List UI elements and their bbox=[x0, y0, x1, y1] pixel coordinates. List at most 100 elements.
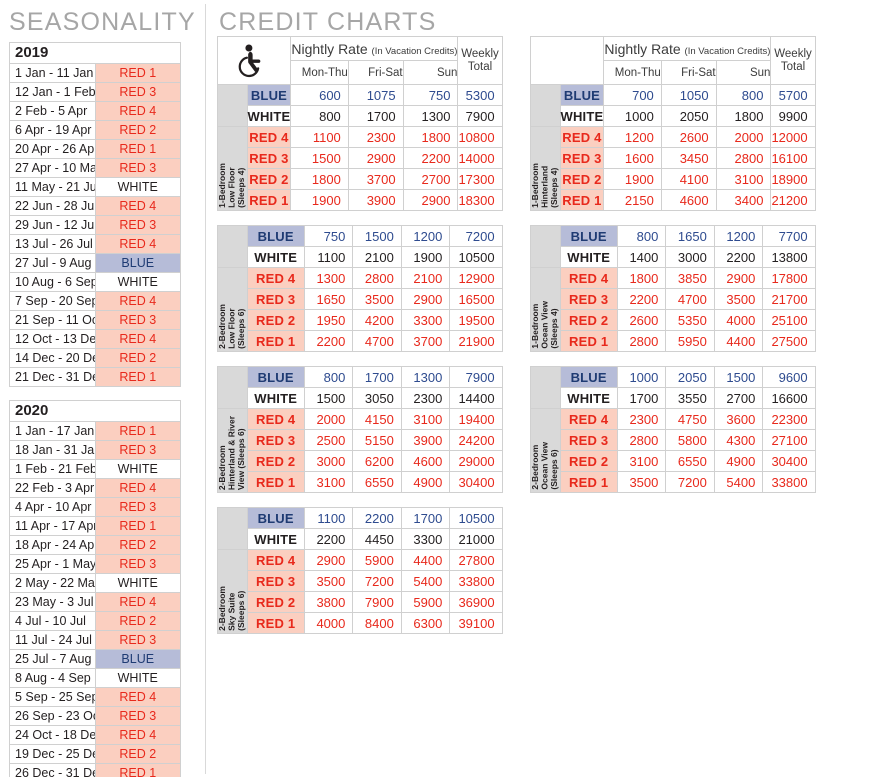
rate-fri-sat: 8400 bbox=[352, 612, 402, 634]
rate-mon-thu: 2200 bbox=[303, 528, 354, 550]
seasonality-season-code: RED 4 bbox=[94, 291, 181, 311]
rate-fri-sat: 4700 bbox=[665, 288, 715, 310]
weekly-total-value: 17800 bbox=[762, 267, 816, 289]
rate-sun: 4400 bbox=[400, 549, 451, 571]
unit-type-label: 1-Bedroom Hinterland (Sleeps 4) bbox=[530, 126, 561, 211]
rate-mon-thu: 3100 bbox=[616, 450, 667, 472]
rate-row: WHITE 800 1700 1300 7900 bbox=[218, 105, 503, 127]
rate-row: 2-Bedroom Ocean View (Sleeps 6) RED 4 2300… bbox=[530, 408, 816, 493]
rate-row: RED 2 2600 5350 4000 25100 bbox=[531, 309, 816, 331]
season-band-label: BLUE bbox=[559, 84, 605, 106]
rate-sun: 1300 bbox=[400, 366, 451, 388]
weekly-total-value: 7900 bbox=[457, 105, 503, 127]
weekly-total-value: 9900 bbox=[770, 105, 816, 127]
rate-row: RED 3 1600 3450 2800 16100 bbox=[531, 147, 816, 169]
rate-fri-sat: 3000 bbox=[665, 246, 715, 268]
seasonality-date-range: 11 May - 21 Jun bbox=[9, 177, 96, 197]
credit-charts-title: CREDIT CHARTS bbox=[219, 8, 437, 36]
seasonality-date-range: 25 Jul - 7 Aug bbox=[9, 649, 96, 669]
rate-sun: 1900 bbox=[400, 246, 451, 268]
rate-mon-thu: 3500 bbox=[303, 570, 354, 592]
weekly-total-value: 19500 bbox=[449, 309, 503, 331]
season-band-label: RED 4 bbox=[559, 267, 618, 289]
seasonality-season-code: RED 1 bbox=[94, 763, 181, 777]
season-band-label: RED 4 bbox=[559, 408, 618, 430]
seasonality-row: 20 Apr - 26 Apr RED 1 bbox=[9, 139, 181, 159]
rate-sun: 5400 bbox=[713, 471, 764, 493]
rate-mon-thu: 1800 bbox=[290, 168, 349, 190]
rate-sun: 1200 bbox=[400, 225, 451, 247]
rate-fri-sat: 1650 bbox=[665, 225, 715, 247]
rate-fri-sat: 4450 bbox=[352, 528, 402, 550]
season-band-label: RED 2 bbox=[559, 450, 618, 472]
seasonality-date-range: 12 Oct - 13 Dec bbox=[9, 329, 96, 349]
weekly-total-value: 16500 bbox=[449, 288, 503, 310]
seasonality-row: 12 Oct - 13 Dec RED 4 bbox=[9, 329, 181, 349]
seasonality-row: 4 Apr - 10 Apr RED 3 bbox=[9, 497, 181, 517]
rate-row: BLUE 800 1700 1300 7900 bbox=[217, 366, 503, 409]
seasonality-date-range: 20 Apr - 26 Apr bbox=[9, 139, 96, 159]
seasonality-season-code: RED 1 bbox=[94, 367, 181, 387]
seasonality-season-code: BLUE bbox=[94, 253, 181, 273]
rate-row: 2-Bedroom Sky Suite (Sleeps 6) RED 4 2900 5… bbox=[217, 549, 503, 634]
unit-label-spacer bbox=[530, 366, 561, 409]
season-band-label: BLUE bbox=[559, 366, 618, 388]
nightly-rate-label: Nightly Rate bbox=[604, 40, 685, 57]
seasonality-date-range: 25 Apr - 1 May bbox=[9, 554, 96, 574]
weekly-total-value: 7200 bbox=[449, 225, 503, 247]
season-band-label: RED 3 bbox=[246, 429, 305, 451]
rate-sun: 2900 bbox=[400, 288, 451, 310]
rate-sun: 2900 bbox=[713, 267, 764, 289]
seasonality-season-code: RED 1 bbox=[94, 139, 181, 159]
rate-fri-sat: 6550 bbox=[352, 471, 402, 493]
rate-row: 1-Bedroom Hinterland (Sleeps 4) RED 4 1200… bbox=[530, 126, 816, 211]
seasonality-season-code: RED 2 bbox=[94, 120, 181, 140]
rate-row: BLUE 1100 2200 1700 10500 bbox=[217, 507, 503, 550]
weekly-total-value: 12900 bbox=[449, 267, 503, 289]
weekly-total-value: 7700 bbox=[762, 225, 816, 247]
rate-sun: 4300 bbox=[713, 429, 764, 451]
seasonality-season-code: RED 3 bbox=[94, 158, 181, 178]
seasonality-row: 22 Jun - 28 Jun RED 4 bbox=[9, 196, 181, 216]
rate-sun: 750 bbox=[402, 84, 459, 106]
rate-row: BLUE 800 1650 1200 7700 bbox=[530, 225, 816, 268]
seasonality-date-range: 10 Aug - 6 Sep bbox=[9, 272, 96, 292]
rate-sun: 1200 bbox=[713, 225, 764, 247]
day-column-header: Sun bbox=[715, 60, 772, 85]
seasonality-date-range: 8 Aug - 4 Sep bbox=[9, 668, 96, 688]
rate-row: 1-Bedroom Low Floor (Sleeps 4) RED 4 1100 2… bbox=[217, 126, 503, 211]
seasonality-date-range: 23 May - 3 Jul bbox=[9, 592, 96, 612]
weekly-total-value: 21000 bbox=[449, 528, 503, 550]
rate-table: BLUE 800 1700 1300 7900 WHITE 1500 3050 2300 1440… bbox=[217, 366, 503, 493]
rate-sun: 3300 bbox=[400, 309, 451, 331]
unit-type-label-text: 1-Bedroom Hinterland (Sleeps 4) bbox=[530, 163, 559, 208]
unit-label-spacer bbox=[217, 225, 248, 268]
seasonality-season-code: BLUE bbox=[94, 649, 181, 669]
season-band-label: RED 1 bbox=[246, 471, 305, 493]
seasonality-season-code: WHITE bbox=[94, 459, 181, 479]
rate-sun: 2000 bbox=[715, 126, 772, 148]
seasonality-row: 29 Jun - 12 Jul RED 3 bbox=[9, 215, 181, 235]
unit-type-label-text: 2-Bedroom Hinterland & River View (Sleep… bbox=[217, 415, 246, 490]
wheelchair-accessible-icon bbox=[216, 36, 292, 85]
seasonality-row: 21 Sep - 11 Oct RED 3 bbox=[9, 310, 181, 330]
seasonality-title: SEASONALITY bbox=[9, 8, 196, 36]
rate-fri-sat: 4750 bbox=[665, 408, 715, 430]
rate-sun: 2200 bbox=[713, 246, 764, 268]
rate-sun: 3100 bbox=[715, 168, 772, 190]
rate-row: RED 2 3800 7900 5900 36900 bbox=[218, 591, 503, 613]
unit-label-spacer bbox=[530, 225, 561, 268]
season-band-label: RED 4 bbox=[246, 408, 305, 430]
rate-mon-thu: 2200 bbox=[303, 330, 354, 352]
weekly-total-value: 24200 bbox=[449, 429, 503, 451]
seasonality-season-code: RED 1 bbox=[94, 516, 181, 536]
rate-sun: 2200 bbox=[402, 147, 459, 169]
seasonality-row: 11 Jul - 24 Jul RED 3 bbox=[9, 630, 181, 650]
rate-mon-thu: 2600 bbox=[616, 309, 667, 331]
season-band-label: RED 3 bbox=[246, 147, 292, 169]
rate-fri-sat: 1700 bbox=[347, 105, 404, 127]
season-band-label: RED 1 bbox=[246, 330, 305, 352]
rate-row: RED 1 3500 7200 5400 33800 bbox=[531, 471, 816, 493]
rate-row: WHITE 2200 4450 3300 21000 bbox=[218, 528, 503, 550]
seasonality-season-code: RED 2 bbox=[94, 535, 181, 555]
